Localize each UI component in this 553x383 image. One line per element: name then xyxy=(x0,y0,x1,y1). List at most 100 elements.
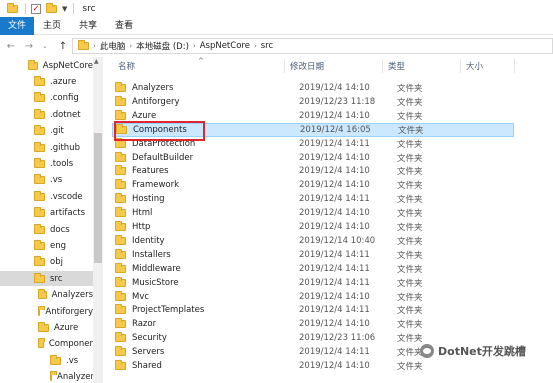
nav-item[interactable]: .azure xyxy=(0,74,93,89)
file-row[interactable]: Antiforgery 2019/12/23 11:18 文件夹 xyxy=(112,95,514,109)
file-row[interactable]: Analyzers 2019/12/4 14:10 文件夹 xyxy=(112,81,514,95)
scroll-up-icon[interactable]: ▲ xyxy=(94,58,99,65)
nav-item[interactable]: Antiforgery xyxy=(0,304,93,319)
folder-icon xyxy=(115,165,126,176)
recent-locations-chevron-icon[interactable]: ⌄ xyxy=(38,39,52,53)
folder-icon xyxy=(115,332,126,343)
breadcrumb-aspnetcore[interactable]: AspNetCore xyxy=(200,41,250,51)
breadcrumb-local-disk[interactable]: 本地磁盘 (D:) xyxy=(136,40,189,52)
new-folder-icon[interactable] xyxy=(45,2,57,14)
file-row[interactable]: ProjectTemplates 2019/12/4 14:11 文件夹 xyxy=(112,303,514,317)
properties-check-icon[interactable]: ✓ xyxy=(30,3,42,14)
folder-icon xyxy=(34,108,45,119)
column-divider[interactable] xyxy=(514,59,515,73)
file-name: Middleware xyxy=(132,263,181,274)
column-divider[interactable] xyxy=(382,59,383,73)
breadcrumb-src[interactable]: src xyxy=(261,41,273,51)
file-row[interactable]: Installers 2019/12/4 14:11 文件夹 xyxy=(112,248,514,262)
folder-icon xyxy=(38,305,47,316)
file-row[interactable]: Identity 2019/12/14 10:40 文件夹 xyxy=(112,234,514,248)
file-row[interactable]: Framework 2019/12/4 14:10 文件夹 xyxy=(112,178,514,192)
file-row[interactable]: Shared 2019/12/4 14:10 文件夹 xyxy=(112,359,514,373)
tab-view[interactable]: 查看 xyxy=(106,17,142,35)
file-row[interactable]: MusicStore 2019/12/4 14:11 文件夹 xyxy=(112,276,514,290)
file-date: 2019/12/4 14:11 xyxy=(299,194,370,205)
file-name: DefaultBuilder xyxy=(132,152,194,163)
nav-item[interactable]: docs xyxy=(0,222,93,237)
file-row[interactable]: Razor 2019/12/4 14:10 文件夹 xyxy=(112,317,514,331)
column-header-type[interactable]: 类型 xyxy=(388,60,405,72)
quick-access-dropdown-icon[interactable]: ▼ xyxy=(62,5,67,13)
ribbon-tabs: 文件 主页 共享 查看 xyxy=(0,17,553,35)
forward-arrow-icon[interactable]: → xyxy=(22,39,36,53)
file-row[interactable]: DefaultBuilder 2019/12/4 14:10 文件夹 xyxy=(112,151,514,165)
file-row[interactable]: Html 2019/12/4 14:10 文件夹 xyxy=(112,206,514,220)
nav-item[interactable]: obj xyxy=(0,255,93,270)
back-arrow-icon[interactable]: ← xyxy=(4,39,18,53)
folder-icon xyxy=(115,82,126,92)
column-header-name[interactable]: 名称 xyxy=(118,60,135,72)
nav-item[interactable]: Azure xyxy=(0,320,93,335)
file-date: 2019/12/4 14:11 xyxy=(299,263,370,274)
nav-item[interactable]: .vs xyxy=(0,353,93,368)
nav-item[interactable]: eng xyxy=(0,238,93,253)
folder-icon xyxy=(115,95,126,106)
nav-item[interactable]: .tools xyxy=(0,156,93,171)
nav-item[interactable]: .dotnet xyxy=(0,107,93,122)
folder-icon xyxy=(50,354,61,365)
nav-item-label: Azure xyxy=(54,322,79,333)
file-type: 文件夹 xyxy=(397,167,423,178)
nav-item[interactable]: src xyxy=(0,271,93,287)
nav-item[interactable]: Analyzers xyxy=(0,370,98,383)
tab-share[interactable]: 共享 xyxy=(70,17,106,35)
nav-item[interactable]: artifacts xyxy=(0,206,93,221)
nav-item[interactable]: .git xyxy=(0,124,93,139)
breadcrumb-this-pc[interactable]: 此电脑 xyxy=(100,40,126,52)
chevron-right-icon[interactable]: › xyxy=(254,42,257,50)
divider xyxy=(73,3,75,14)
file-row[interactable]: Http 2019/12/4 14:10 文件夹 xyxy=(112,220,514,234)
folder-icon xyxy=(115,179,126,190)
address-bar[interactable]: › 此电脑 › 本地磁盘 (D:) › AspNetCore › src xyxy=(72,38,553,54)
nav-item[interactable]: .github xyxy=(0,140,93,155)
tab-home[interactable]: 主页 xyxy=(34,17,70,35)
file-type: 文件夹 xyxy=(397,195,423,206)
file-name: Azure xyxy=(132,110,157,121)
file-row[interactable]: Features 2019/12/4 14:10 文件夹 xyxy=(112,164,514,178)
up-arrow-icon[interactable]: ↑ xyxy=(56,39,70,53)
file-date: 2019/12/4 14:10 xyxy=(299,152,370,163)
column-divider[interactable] xyxy=(284,59,285,73)
file-row[interactable]: Middleware 2019/12/4 14:11 文件夹 xyxy=(112,262,514,276)
file-date: 2019/12/4 14:11 xyxy=(299,347,370,358)
watermark: DotNet开发跳槽 xyxy=(420,343,526,359)
nav-item[interactable]: Componer xyxy=(0,337,93,352)
column-header-date[interactable]: 修改日期 xyxy=(290,60,324,72)
file-name: Antiforgery xyxy=(132,96,180,107)
nav-item[interactable]: AspNetCore xyxy=(0,58,93,73)
folder-icon xyxy=(34,157,45,168)
file-row[interactable]: Mvc 2019/12/4 14:10 文件夹 xyxy=(112,290,514,304)
chevron-right-icon[interactable]: › xyxy=(193,42,196,50)
folder-icon xyxy=(34,239,45,250)
chevron-right-icon[interactable]: › xyxy=(93,42,96,50)
nav-item[interactable]: .config xyxy=(0,91,93,106)
nav-item-label: .config xyxy=(50,93,79,104)
folder-icon xyxy=(115,276,126,287)
file-date: 2019/12/4 14:10 xyxy=(299,110,370,121)
folder-icon xyxy=(115,109,126,120)
folder-icon xyxy=(34,256,45,267)
file-type: 文件夹 xyxy=(397,250,423,261)
nav-scrollbar[interactable]: ▲ xyxy=(93,57,103,383)
column-header-size[interactable]: 大小 xyxy=(466,60,483,72)
nav-item[interactable]: .vscode xyxy=(0,189,93,204)
file-type: 文件夹 xyxy=(397,278,423,289)
nav-scrollbar-thumb[interactable] xyxy=(94,133,102,263)
nav-item[interactable]: Analyzers xyxy=(0,288,93,303)
column-divider[interactable] xyxy=(460,59,461,73)
file-name: Shared xyxy=(132,361,162,371)
file-date: 2019/12/23 11:18 xyxy=(299,96,376,107)
chevron-right-icon[interactable]: › xyxy=(129,42,132,50)
file-row[interactable]: Hosting 2019/12/4 14:11 文件夹 xyxy=(112,192,514,206)
tab-file[interactable]: 文件 xyxy=(0,17,34,35)
nav-item[interactable]: .vs xyxy=(0,173,93,188)
